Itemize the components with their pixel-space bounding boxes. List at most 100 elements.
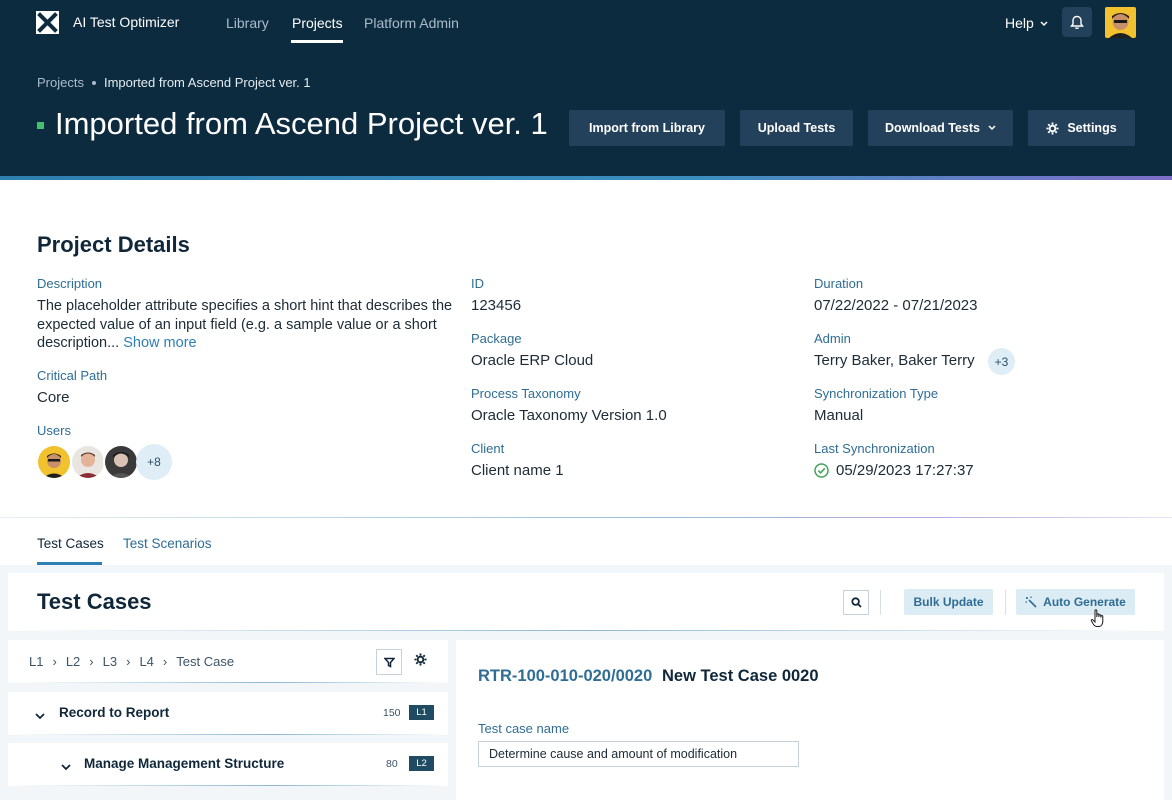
test-cases-title: Test Cases: [37, 589, 152, 614]
level-breadcrumb: L1 › L2 › L3 › L4 › Test Case: [29, 654, 234, 669]
auto-generate-label: Auto Generate: [1043, 595, 1126, 609]
tab-test-cases[interactable]: Test Cases: [37, 536, 104, 551]
gear-icon[interactable]: [414, 653, 427, 671]
package-label: Package: [471, 331, 522, 346]
last-sync-label: Last Synchronization: [814, 441, 935, 456]
sync-type-value: Manual: [814, 407, 864, 424]
upload-button-label: Upload Tests: [757, 121, 836, 135]
id-value: 123456: [471, 297, 522, 314]
level-badge: L1: [409, 705, 434, 720]
user-avatar-2[interactable]: [70, 444, 106, 480]
bulk-update-button[interactable]: Bulk Update: [904, 589, 993, 615]
nav-library[interactable]: Library: [226, 15, 269, 31]
tree-row-count: 150: [383, 707, 401, 719]
toolbar-separator: [880, 590, 881, 615]
process-taxonomy-label: Process Taxonomy: [471, 386, 581, 401]
critical-path-label: Critical Path: [37, 368, 108, 383]
chevron-right-icon: ›: [52, 654, 57, 669]
tree-row[interactable]: Record to Report 150 L1: [8, 692, 448, 734]
gear-icon: [1046, 121, 1059, 135]
tree-row-label: Record to Report: [59, 705, 170, 720]
chevron-right-icon: ›: [162, 654, 168, 669]
description-text: The placeholder attribute specifies a sh…: [37, 297, 457, 353]
download-tests-button[interactable]: Download Tests: [868, 110, 1013, 146]
client-label: Client: [471, 441, 505, 456]
description-value: The placeholder attribute specifies a sh…: [37, 298, 453, 351]
search-icon: [850, 597, 862, 608]
duration-label: Duration: [814, 276, 864, 291]
test-case-title: New Test Case 0020: [662, 667, 819, 685]
app-name[interactable]: AI Test Optimizer: [73, 14, 179, 30]
client-value: Client name 1: [471, 462, 564, 479]
test-case-tree: L1 › L2 › L3 › L4 › Test Case Record to …: [8, 640, 448, 800]
settings-button-label: Settings: [1067, 121, 1117, 135]
critical-path-value: Core: [37, 389, 70, 406]
magic-wand-icon: [1025, 596, 1037, 608]
last-sync-value: 05/29/2023 17:27:37: [836, 462, 974, 479]
users-more-badge[interactable]: +8: [136, 444, 172, 480]
breadcrumb: Projects Imported from Ascend Project ve…: [37, 75, 311, 90]
chevron-down-icon[interactable]: [61, 758, 71, 776]
test-case-id[interactable]: RTR-100-010-020/0020: [478, 667, 652, 686]
breadcrumb-projects[interactable]: Projects: [37, 75, 84, 90]
page-title: Imported from Ascend Project ver. 1: [55, 106, 548, 141]
id-label: ID: [471, 276, 484, 291]
help-menu[interactable]: Help: [1005, 15, 1048, 31]
admin-value: Terry Baker, Baker Terry: [814, 352, 975, 369]
chevron-down-icon: [988, 125, 996, 131]
upload-tests-button[interactable]: Upload Tests: [740, 110, 853, 146]
import-from-library-button[interactable]: Import from Library: [569, 110, 725, 146]
bell-icon: [1070, 15, 1084, 29]
admin-more-badge[interactable]: +3: [988, 348, 1015, 375]
filter-button[interactable]: [376, 649, 402, 675]
import-button-label: Import from Library: [589, 121, 705, 135]
toolbar-divider: [8, 630, 1164, 631]
level-test-case[interactable]: Test Case: [176, 654, 234, 669]
status-square-icon: [37, 122, 44, 129]
description-label: Description: [37, 276, 103, 291]
tree-row[interactable]: Manage Management Structure 80 L2: [8, 743, 448, 785]
tree-divider: [8, 785, 448, 786]
test-case-detail: RTR-100-010-020/0020 New Test Case 0020 …: [456, 640, 1164, 800]
user-avatar-1[interactable]: [36, 444, 72, 480]
duration-value: 07/22/2022 - 07/21/2023: [814, 297, 978, 314]
tab-test-scenarios[interactable]: Test Scenarios: [123, 536, 212, 551]
notifications-button[interactable]: [1062, 7, 1092, 37]
settings-button[interactable]: Settings: [1028, 110, 1135, 146]
tree-row-label: Manage Management Structure: [84, 756, 285, 771]
test-case-name-input[interactable]: [478, 741, 799, 767]
auto-generate-button[interactable]: Auto Generate: [1016, 589, 1135, 615]
users-label: Users: [37, 423, 71, 438]
level-l3[interactable]: L3: [103, 654, 117, 669]
show-more-link[interactable]: Show more: [123, 335, 196, 351]
nav-platform-admin[interactable]: Platform Admin: [364, 15, 459, 31]
chevron-right-icon: ›: [126, 654, 131, 669]
user-avatar-3[interactable]: [103, 444, 139, 480]
nav-active-indicator: [291, 40, 343, 43]
project-details-title: Project Details: [37, 232, 190, 257]
chevron-down-icon[interactable]: [35, 707, 45, 725]
search-button[interactable]: [843, 590, 869, 615]
level-l4[interactable]: L4: [139, 654, 153, 669]
user-avatar[interactable]: [1105, 7, 1136, 38]
help-label: Help: [1005, 15, 1034, 31]
sync-type-label: Synchronization Type: [814, 386, 939, 401]
section-divider: [0, 517, 1172, 518]
tree-row-count: 80: [386, 758, 398, 770]
tree-divider: [8, 734, 448, 735]
chevron-down-icon: [1040, 21, 1048, 27]
level-badge: L2: [409, 756, 434, 771]
tree-header: L1 › L2 › L3 › L4 › Test Case: [8, 640, 448, 682]
process-taxonomy-value: Oracle Taxonomy Version 1.0: [471, 407, 667, 424]
breadcrumb-current: Imported from Ascend Project ver. 1: [103, 75, 311, 90]
pointer-cursor-icon: [1090, 609, 1106, 633]
download-button-label: Download Tests: [885, 121, 980, 135]
x-logo-icon[interactable]: [36, 11, 59, 34]
header-accent-line: [0, 176, 1172, 180]
breadcrumb-separator: [91, 80, 96, 85]
bulk-update-label: Bulk Update: [913, 595, 984, 609]
level-l1[interactable]: L1: [29, 654, 43, 669]
test-case-name-label: Test case name: [478, 721, 570, 736]
level-l2[interactable]: L2: [66, 654, 80, 669]
nav-projects[interactable]: Projects: [292, 15, 343, 31]
